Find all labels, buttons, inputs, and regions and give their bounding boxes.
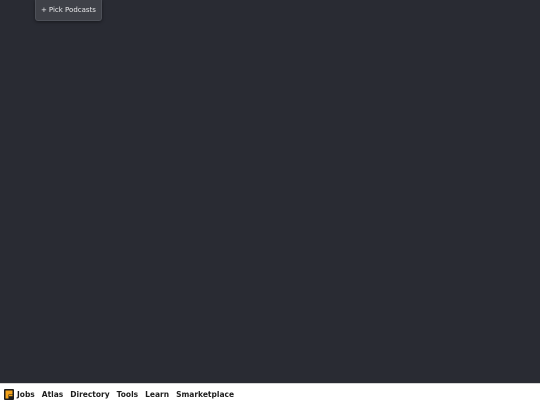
footer-link-atlas[interactable]: Atlas xyxy=(42,390,64,399)
footer-link-learn[interactable]: Learn xyxy=(145,390,169,399)
footer-link-jobs[interactable]: Jobs xyxy=(17,390,35,399)
footer-link-tools[interactable]: Tools xyxy=(117,390,138,399)
pick-podcasts-label: Pick Podcasts xyxy=(48,6,96,14)
feed-logo-icon[interactable] xyxy=(4,389,14,400)
app-window: + Pick Podcasts Jobs Atlas Directory Tool… xyxy=(0,0,540,405)
footer-link-smarketplace[interactable]: Smarketplace xyxy=(176,390,234,399)
plus-icon: + xyxy=(41,6,47,14)
site-footer-nav: Jobs Atlas Directory Tools Learn Smarket… xyxy=(0,383,540,405)
pick-podcasts-button[interactable]: + Pick Podcasts xyxy=(35,0,102,21)
footer-link-directory[interactable]: Directory xyxy=(70,390,109,399)
